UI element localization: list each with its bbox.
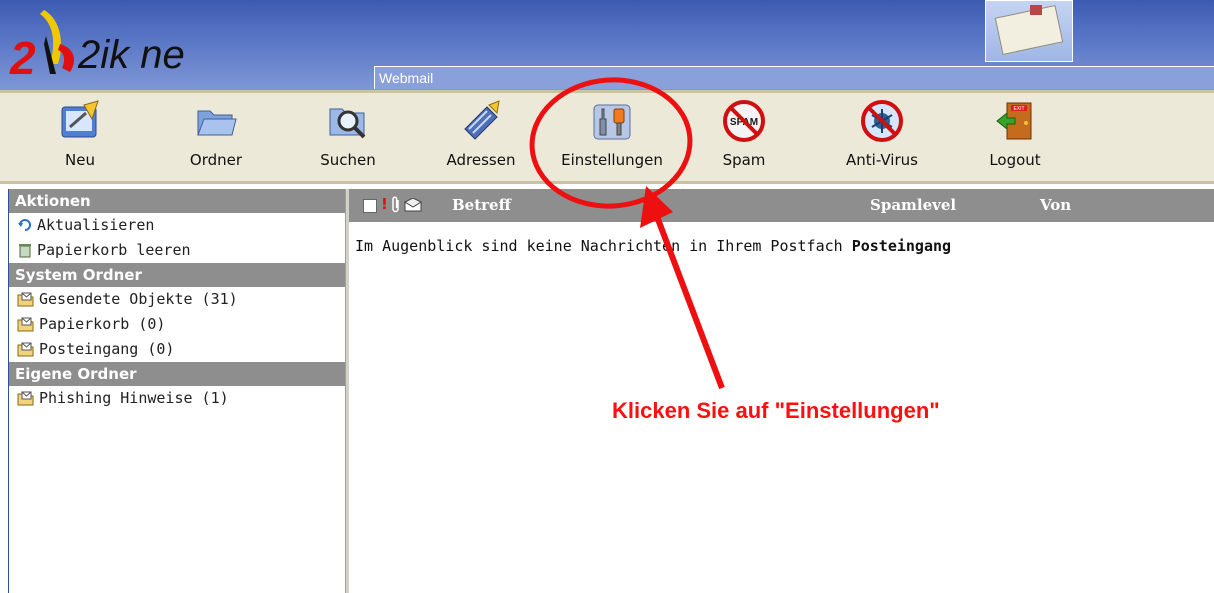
svg-text:2: 2 <box>9 32 36 84</box>
settings-tools-icon <box>593 104 631 140</box>
settings-label: Einstellungen <box>561 151 663 169</box>
search-folder-icon <box>329 108 366 139</box>
folders-label: Ordner <box>189 151 243 169</box>
sidebar-item-label: Aktualisieren <box>37 216 155 234</box>
app-header: 2 2ik net Webmail <box>0 0 1214 90</box>
new-mail-icon <box>61 100 99 138</box>
mail-folder-icon <box>17 391 34 406</box>
empty-message-text: Im Augenblick sind keine Nachrichten in … <box>355 237 843 255</box>
new-button[interactable]: Neu <box>48 99 112 169</box>
sidebar-item-label: Papierkorb (0) <box>39 315 166 333</box>
sidebar-item-label: Phishing Hinweise (1) <box>39 389 229 407</box>
pane-splitter[interactable] <box>345 189 349 593</box>
select-all-checkbox[interactable] <box>363 199 377 213</box>
mail-folder-icon <box>17 292 34 307</box>
mail-list-header: ! Betreff Spamlevel Von <box>349 189 1214 222</box>
anti-virus-icon <box>861 100 903 142</box>
logout-button[interactable]: EXIT Logout <box>980 99 1050 169</box>
sidebar: Aktionen Aktualisieren Papierkorb leeren… <box>8 189 346 593</box>
column-subject[interactable]: Betreff <box>452 196 511 214</box>
sidebar-item-inbox[interactable]: Posteingang (0) <box>9 337 346 362</box>
sidebar-item-phishing[interactable]: Phishing Hinweise (1) <box>9 386 346 411</box>
logout-label: Logout <box>989 151 1041 169</box>
column-spamlevel[interactable]: Spamlevel <box>870 196 956 214</box>
sidebar-item-trash[interactable]: Papierkorb (0) <box>9 312 346 337</box>
priority-column[interactable]: ! <box>381 195 388 213</box>
attachment-icon[interactable] <box>391 196 401 214</box>
search-label: Suchen <box>320 151 376 169</box>
addresses-label: Adressen <box>446 151 516 169</box>
svg-text:EXIT: EXIT <box>1013 106 1024 112</box>
section-header-system-folders: System Ordner <box>9 263 346 287</box>
sidebar-item-sent[interactable]: Gesendete Objekte (31) <box>9 287 346 312</box>
sidebar-item-refresh[interactable]: Aktualisieren <box>9 213 346 238</box>
sidebar-item-label: Gesendete Objekte (31) <box>39 290 238 308</box>
exit-door-icon: EXIT <box>996 102 1032 140</box>
no-spam-icon: SPAM <box>723 100 765 142</box>
anti-virus-button[interactable]: Anti-Virus <box>834 99 930 169</box>
folder-icon <box>197 110 237 136</box>
mail-folder-icon <box>17 342 34 357</box>
webmail-label: Webmail <box>379 70 434 86</box>
mail-folder-icon <box>17 317 34 332</box>
addresses-button[interactable]: Adressen <box>436 99 526 169</box>
spam-button[interactable]: SPAM Spam <box>714 99 774 169</box>
read-status-icon[interactable] <box>404 198 422 212</box>
empty-inbox-message: Im Augenblick sind keine Nachrichten in … <box>355 237 951 255</box>
spam-label: Spam <box>722 151 766 169</box>
refresh-icon <box>18 219 31 231</box>
toolbar: Neu Ordner Suchen Adressen Einstellungen… <box>0 90 1214 184</box>
address-book-icon <box>464 100 500 140</box>
column-from[interactable]: Von <box>1040 196 1071 214</box>
anti-virus-label: Anti-Virus <box>846 151 918 169</box>
folders-button[interactable]: Ordner <box>180 99 252 169</box>
annotation-text: Klicken Sie auf "Einstellungen" <box>612 398 940 423</box>
sidebar-item-empty-trash[interactable]: Papierkorb leeren <box>9 238 346 263</box>
logo: 2 2ik net <box>9 10 184 84</box>
sidebar-item-label: Posteingang (0) <box>39 340 175 358</box>
settings-button[interactable]: Einstellungen <box>548 99 676 169</box>
header-envelope-image <box>985 0 1073 62</box>
folder-name: Posteingang <box>851 237 952 255</box>
new-label: Neu <box>65 151 95 169</box>
section-header-own-folders: Eigene Ordner <box>9 362 346 386</box>
section-header-actions: Aktionen <box>9 189 346 213</box>
trash-icon <box>19 244 31 258</box>
sidebar-item-label: Papierkorb leeren <box>37 241 191 259</box>
logo-text: 2ik net <box>77 33 184 77</box>
search-button[interactable]: Suchen <box>310 99 386 169</box>
webmail-title-bar: Webmail <box>374 66 1214 89</box>
